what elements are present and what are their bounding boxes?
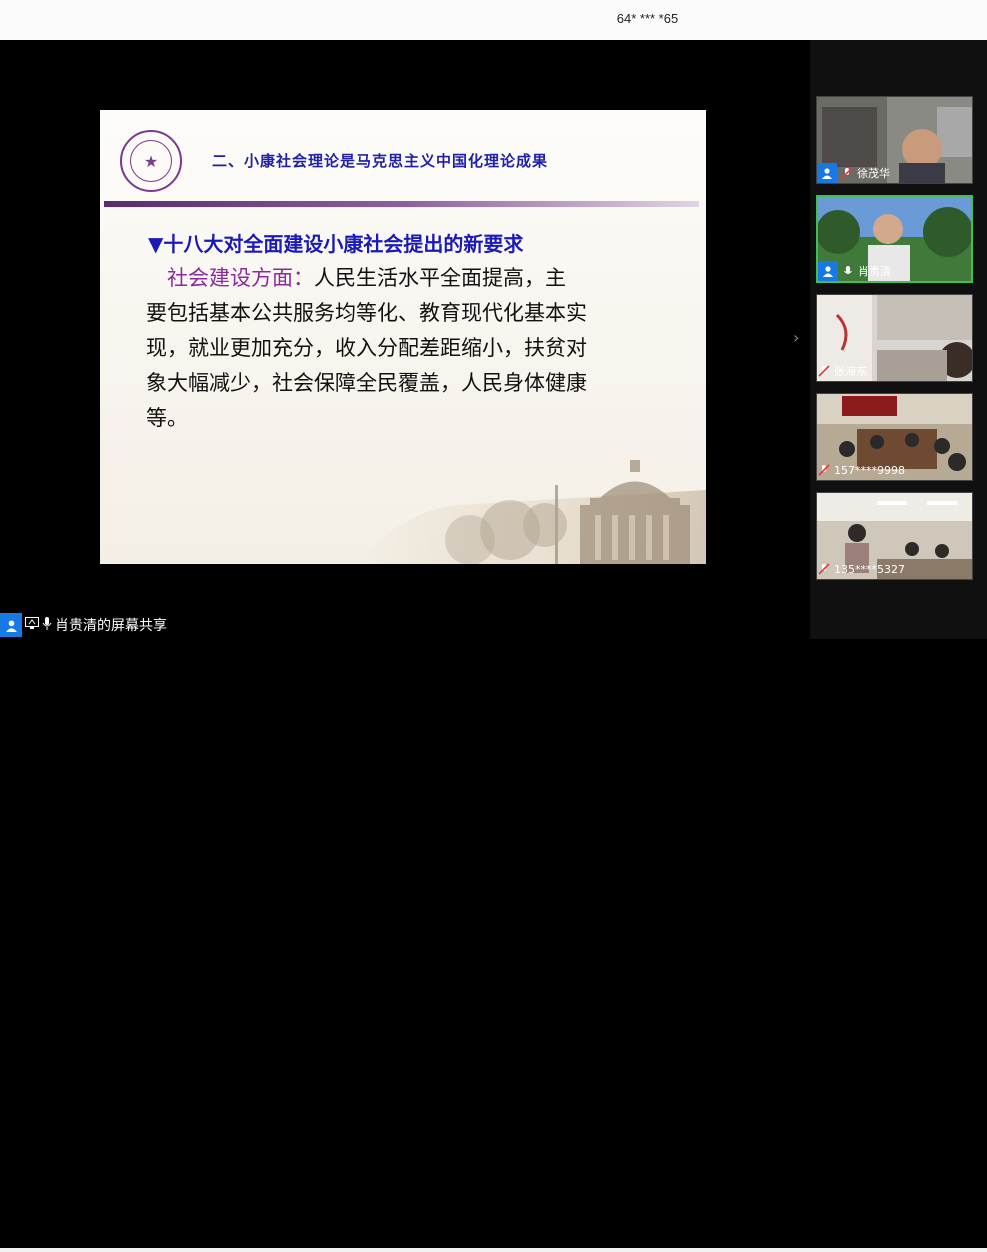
- slide-divider: [104, 201, 699, 207]
- user-icon: [818, 261, 838, 281]
- screen-share-owner: 肖贵清的屏幕共享: [55, 618, 167, 634]
- bottom-edge: [0, 1248, 987, 1252]
- participant-tile[interactable]: 135****5327: [816, 492, 973, 580]
- slide-subtitle: ▼十八大对全面建设小康社会提出的新要求: [148, 232, 524, 256]
- mic-muted-icon: [817, 364, 831, 378]
- slide-body: 社会建设方面：人民生活水平全面提高，主 要包括基本公共服务均等化、教育现代化基本…: [146, 261, 646, 436]
- tsinghua-logo: ★: [120, 130, 182, 192]
- logo-star-icon: ★: [130, 140, 172, 182]
- participant-name: 肖贵清: [858, 265, 891, 278]
- shared-slide: ★ 二、小康社会理论是马克思主义中国化理论成果 ▼十八大对全面建设小康社会提出的…: [100, 110, 706, 564]
- participant-label: 徐茂华: [817, 163, 894, 183]
- user-icon: [0, 613, 22, 637]
- participant-tile-active[interactable]: 肖贵清: [816, 195, 973, 283]
- participant-label: 135****5327: [817, 559, 909, 579]
- participant-tile[interactable]: 张海东: [816, 294, 973, 382]
- mic-icon: [841, 264, 855, 278]
- screen-share-label: 肖贵清的屏幕共享: [0, 613, 167, 637]
- mic-icon: [42, 616, 52, 634]
- bottom-bar: 肖贵清的屏幕共享: [0, 613, 987, 1252]
- mic-muted-icon: [840, 166, 854, 180]
- screen-share-icon: [25, 617, 39, 633]
- slide-body-line-5: 等。: [146, 406, 188, 430]
- chevron-right-icon[interactable]: ›: [793, 328, 799, 347]
- participant-name: 张海东: [834, 365, 867, 378]
- participant-name: 157****9998: [834, 463, 905, 477]
- participant-tile[interactable]: 徐茂华: [816, 96, 973, 184]
- slide-body-line-2: 要包括基本公共服务均等化、教育现代化基本实: [146, 301, 587, 325]
- slide-heading: 二、小康社会理论是马克思主义中国化理论成果: [212, 152, 549, 170]
- mic-muted-icon: [817, 562, 831, 576]
- meeting-id: 64* *** *65: [616, 11, 679, 26]
- participant-name: 徐茂华: [857, 167, 890, 180]
- participant-tile[interactable]: 157****9998: [816, 393, 973, 481]
- slide-body-line-3: 现，就业更加充分，收入分配差距缩小，扶贫对: [146, 336, 587, 360]
- slide-body-lead: 社会建设方面：: [167, 266, 314, 290]
- participant-label: 张海东: [817, 361, 871, 381]
- mic-muted-icon: [817, 463, 831, 477]
- participant-name: 135****5327: [834, 562, 905, 576]
- user-icon: [817, 163, 837, 183]
- top-bar: 64* *** *65: [0, 0, 987, 40]
- slide-body-line-4: 象大幅减少，社会保障全民覆盖，人民身体健康: [146, 371, 587, 395]
- participant-label: 157****9998: [817, 460, 909, 480]
- participant-label: 肖贵清: [818, 261, 895, 281]
- slide-body-line-1: 社会建设方面：人民生活水平全面提高，主: [167, 266, 566, 290]
